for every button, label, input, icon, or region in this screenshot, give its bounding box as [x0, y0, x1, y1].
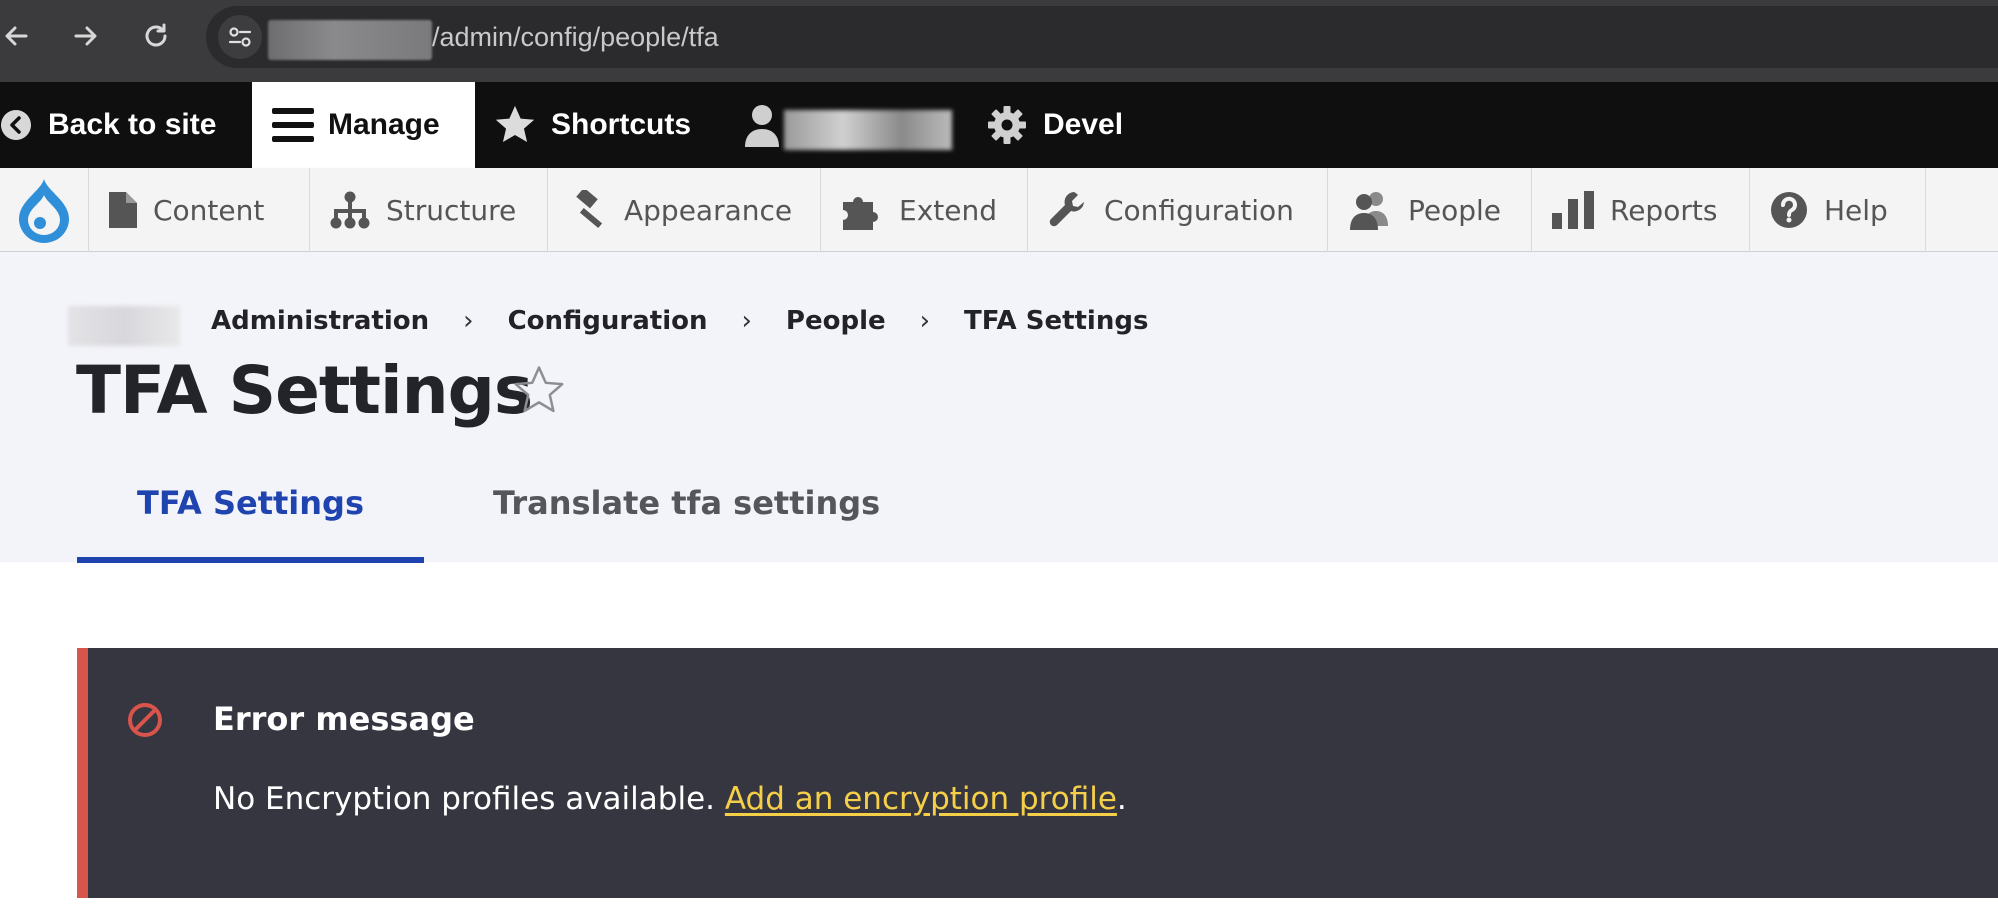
- manage-label: Manage: [328, 108, 440, 141]
- hamburger-icon: [272, 106, 314, 144]
- breadcrumb-item-administration[interactable]: Administration: [211, 306, 429, 336]
- back-to-site-link[interactable]: Back to site: [0, 82, 252, 168]
- tray-item-appearance[interactable]: Appearance: [548, 168, 821, 252]
- tray-item-label: Structure: [386, 193, 517, 227]
- error-message-suffix: .: [1116, 781, 1127, 817]
- paintbrush-icon: [568, 190, 608, 230]
- puzzle-icon: [841, 190, 883, 230]
- breadcrumb-item-people[interactable]: People: [786, 306, 886, 336]
- shortcuts-tab[interactable]: Shortcuts: [475, 82, 725, 168]
- gear-icon: [987, 105, 1027, 145]
- add-encryption-profile-link[interactable]: Add an encryption profile: [725, 781, 1117, 817]
- error-message-border: [77, 648, 88, 898]
- shortcuts-label: Shortcuts: [551, 108, 692, 141]
- username-redacted: [784, 110, 952, 150]
- error-message-body: No Encryption profiles available. Add an…: [213, 781, 1127, 817]
- url-host-redacted: [268, 20, 432, 60]
- browser-toolbar: /admin/config/people/tfa: [0, 0, 1998, 82]
- forward-arrow-icon[interactable]: [66, 16, 106, 56]
- breadcrumb-home-redacted: [68, 306, 180, 346]
- admin-toolbar: Back to site Manage Shortcuts Devel: [0, 82, 1998, 168]
- devel-tab[interactable]: Devel: [975, 82, 1155, 168]
- back-circle-icon: [0, 109, 32, 141]
- drupal-logo-icon: [17, 177, 71, 243]
- tab-tfa-settings[interactable]: TFA Settings: [77, 484, 424, 534]
- reload-icon[interactable]: [136, 16, 176, 56]
- tray-item-content[interactable]: Content: [89, 168, 310, 252]
- back-to-site-label: Back to site: [48, 108, 217, 141]
- user-icon: [743, 103, 781, 147]
- bar-chart-icon: [1552, 191, 1594, 229]
- error-message-title: Error message: [213, 700, 475, 738]
- wrench-icon: [1048, 190, 1088, 230]
- drupal-home-link[interactable]: [0, 168, 89, 252]
- error-message-text: No Encryption profiles available.: [213, 781, 725, 817]
- tray-item-label: Extend: [899, 193, 997, 227]
- tray-item-label: Content: [153, 193, 265, 227]
- breadcrumb-separator: ›: [919, 306, 931, 336]
- manage-tab[interactable]: Manage: [252, 82, 475, 168]
- tray-item-help[interactable]: Help: [1750, 168, 1926, 252]
- devel-label: Devel: [1043, 108, 1124, 141]
- people-icon: [1348, 190, 1392, 230]
- breadcrumb-separator: ›: [741, 306, 752, 336]
- help-icon: [1770, 191, 1808, 229]
- error-icon: [125, 700, 165, 744]
- tray-item-extend[interactable]: Extend: [821, 168, 1028, 252]
- tray-item-people[interactable]: People: [1328, 168, 1532, 252]
- url-path: /admin/config/people/tfa: [432, 22, 719, 52]
- error-message: Error message No Encryption profiles ava…: [77, 648, 1998, 898]
- address-bar[interactable]: /admin/config/people/tfa: [206, 6, 1998, 68]
- structure-icon: [330, 191, 370, 229]
- tray-item-reports[interactable]: Reports: [1532, 168, 1750, 252]
- page-header: Administration › Configuration › People …: [0, 252, 1998, 563]
- tray-item-label: Help: [1824, 193, 1888, 227]
- tray-item-label: Reports: [1610, 193, 1718, 227]
- breadcrumb: Administration › Configuration › People …: [211, 306, 1148, 336]
- site-info-icon[interactable]: [218, 15, 262, 59]
- tray-item-label: Appearance: [624, 193, 793, 227]
- page-title: TFA Settings: [76, 352, 533, 429]
- tab-translate-tfa-settings[interactable]: Translate tfa settings: [493, 484, 880, 534]
- admin-tray: Content Structure Appearance Extend Conf…: [0, 168, 1998, 252]
- tray-item-label: People: [1408, 193, 1502, 227]
- tray-item-configuration[interactable]: Configuration: [1028, 168, 1328, 252]
- back-arrow-icon[interactable]: [0, 16, 36, 56]
- breadcrumb-separator: ›: [463, 306, 474, 336]
- star-icon: [493, 104, 537, 146]
- breadcrumb-item-tfa-settings[interactable]: TFA Settings: [964, 306, 1148, 336]
- tray-item-structure[interactable]: Structure: [310, 168, 548, 252]
- tray-item-label: Configuration: [1104, 193, 1294, 227]
- file-icon: [109, 192, 137, 228]
- active-tab-indicator: [77, 557, 424, 563]
- breadcrumb-item-configuration[interactable]: Configuration: [508, 306, 708, 336]
- shortcut-star-icon[interactable]: [512, 364, 566, 420]
